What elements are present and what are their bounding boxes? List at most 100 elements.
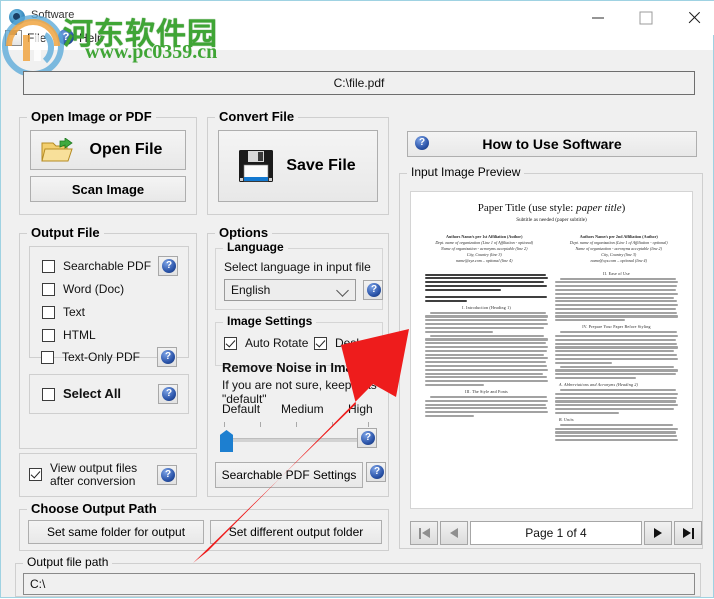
noise-tick-label-high: High <box>348 402 373 416</box>
save-file-button[interactable]: Save File <box>218 130 378 202</box>
set-same-folder-button[interactable]: Set same folder for output <box>28 520 204 544</box>
last-page-button[interactable] <box>674 521 702 545</box>
next-page-button[interactable] <box>644 521 672 545</box>
slider-tick <box>332 422 333 427</box>
minimize-icon <box>592 17 604 19</box>
help-button-text-only-pdf[interactable] <box>157 347 177 367</box>
remove-noise-legend: Remove Noise in Image <box>222 360 368 375</box>
author-line: Dept. name of organization (Line 1 of Af… <box>435 239 534 245</box>
image-settings-legend: Image Settings <box>223 314 317 328</box>
application-window: Software File ? Help 河东软件园 www.pc0359.cn… <box>0 0 714 598</box>
set-same-folder-label: Set same folder for output <box>46 525 186 539</box>
preview-authors: Authors Name/s per 1st Affiliation (Auth… <box>425 234 678 264</box>
preview-section-heading: I. Introduction (Heading 1) <box>462 304 511 310</box>
how-to-use-software-label: How to Use Software <box>482 136 622 152</box>
slider-tick <box>224 422 225 427</box>
output-file-legend: Output File <box>27 225 104 240</box>
checkbox-searchable-pdf[interactable] <box>42 260 55 273</box>
checkbox-auto-rotate[interactable] <box>224 337 237 350</box>
checkbox-select-all-label: Select All <box>63 386 122 401</box>
language-select[interactable]: English <box>224 279 356 301</box>
next-page-icon <box>654 528 662 538</box>
preview-column-left: I. Introduction (Heading 1) III. The Sty… <box>425 270 548 443</box>
author-line: name@xyz.com – optional (line 4) <box>590 257 647 263</box>
previous-page-icon <box>450 528 458 538</box>
checkbox-auto-rotate-label: Auto Rotate <box>245 336 309 350</box>
preview-doc-title: Paper Title (use style: paper title) <box>477 202 626 214</box>
open-file-button[interactable]: Open File <box>30 130 186 170</box>
options-group: Options Language Select language in inpu… <box>207 225 389 497</box>
set-different-folder-button[interactable]: Set different output folder <box>210 520 382 544</box>
help-button-language[interactable] <box>363 280 383 300</box>
first-page-button[interactable] <box>410 521 438 545</box>
checkbox-html[interactable] <box>42 329 55 342</box>
view-output-line1: View output files <box>50 461 138 475</box>
checkbox-searchable-pdf-label: Searchable PDF <box>63 259 152 273</box>
searchable-pdf-settings-label: Searchable PDF Settings <box>221 468 357 482</box>
checkbox-word-doc-label: Word (Doc) <box>63 282 125 296</box>
output-format-subgroup: Searchable PDF Word (Doc) Text HTML <box>29 246 189 358</box>
preview-author-block-right: Authors Name/s per 2nd Affiliation (Auth… <box>560 234 679 264</box>
help-button-view-output[interactable] <box>157 465 177 485</box>
slider-thumb[interactable] <box>220 430 233 452</box>
help-circle-icon: ? <box>58 29 74 45</box>
author-line: Dept. name of organization (Line 1 of Af… <box>569 239 668 245</box>
window-title: Software <box>31 9 75 21</box>
folder-icon <box>41 137 75 164</box>
first-page-icon <box>418 527 421 539</box>
language-legend: Language <box>223 240 288 254</box>
checkbox-html-label: HTML <box>63 328 96 342</box>
help-button-select-all[interactable] <box>158 384 178 404</box>
menu-item-help[interactable]: ? Help <box>58 29 104 45</box>
author-line: Name of organization - acronyms acceptab… <box>441 245 528 251</box>
searchable-pdf-settings-button[interactable]: Searchable PDF Settings <box>215 462 363 488</box>
open-image-or-pdf-legend: Open Image or PDF <box>27 109 156 124</box>
noise-slider[interactable] <box>220 422 372 452</box>
slider-tick <box>260 422 261 427</box>
view-output-subgroup: View output files after conversion <box>19 453 197 497</box>
author-line: name@xyz.com – optional (line 4) <box>456 257 513 263</box>
convert-file-legend: Convert File <box>215 109 299 124</box>
set-different-folder-label: Set different output folder <box>228 525 364 539</box>
preview-section-heading: III. The Style and Fonts <box>465 388 508 394</box>
previous-page-button[interactable] <box>440 521 468 545</box>
output-file-group: Output File Searchable PDF Word (Doc) Te… <box>19 225 197 449</box>
scan-image-button[interactable]: Scan Image <box>30 176 186 202</box>
file-icon <box>5 30 22 46</box>
menu-bar: File ? Help <box>1 26 713 50</box>
help-button-remove-noise[interactable] <box>357 428 377 448</box>
checkbox-word-doc[interactable] <box>42 283 55 296</box>
checkbox-text-label: Text <box>63 305 86 319</box>
checkbox-text-only-pdf-label: Text-Only PDF <box>62 350 141 364</box>
input-file-path-display[interactable]: C:\file.pdf <box>23 71 695 95</box>
document-preview[interactable]: Paper Title (use style: paper title) Sub… <box>410 191 693 509</box>
chevron-down-icon <box>336 284 349 297</box>
language-hint: Select language in input file <box>224 260 371 274</box>
help-button-searchable-pdf[interactable] <box>158 256 178 276</box>
menu-item-help-label: Help <box>79 31 104 45</box>
slider-tick <box>296 422 297 427</box>
save-file-label: Save File <box>286 157 356 174</box>
last-page-icon <box>682 528 691 538</box>
page-indicator: Page 1 of 4 <box>470 521 642 545</box>
checkbox-text-only-pdf[interactable] <box>41 351 54 364</box>
checkbox-view-output-files[interactable] <box>29 468 42 481</box>
input-image-preview-legend: Input Image Preview <box>407 165 525 179</box>
scan-image-label: Scan Image <box>71 181 145 197</box>
author-line: Name of organization - acronyms acceptab… <box>575 245 662 251</box>
checkbox-deskew-label: Deskew <box>335 336 378 350</box>
how-to-use-software-button[interactable]: How to Use Software <box>407 131 697 157</box>
select-all-subgroup: Select All <box>29 374 189 414</box>
preview-column-right: II. Ease of Use IV. Prepare Your Paper B… <box>555 270 678 443</box>
language-selected-value: English <box>231 283 271 297</box>
menu-item-file[interactable]: File <box>5 30 46 46</box>
checkbox-text[interactable] <box>42 306 55 319</box>
options-legend: Options <box>215 225 273 240</box>
floppy-disk-icon <box>237 147 275 185</box>
preview-section-heading: IV. Prepare Your Paper Before Styling <box>582 324 651 330</box>
checkbox-select-all[interactable] <box>42 388 55 401</box>
checkbox-view-output-files-label: View output files after conversion <box>50 462 137 488</box>
help-button-searchable-pdf-settings[interactable] <box>366 462 386 482</box>
checkbox-deskew[interactable] <box>314 337 327 350</box>
output-file-path-field[interactable]: C:\ <box>23 573 695 595</box>
